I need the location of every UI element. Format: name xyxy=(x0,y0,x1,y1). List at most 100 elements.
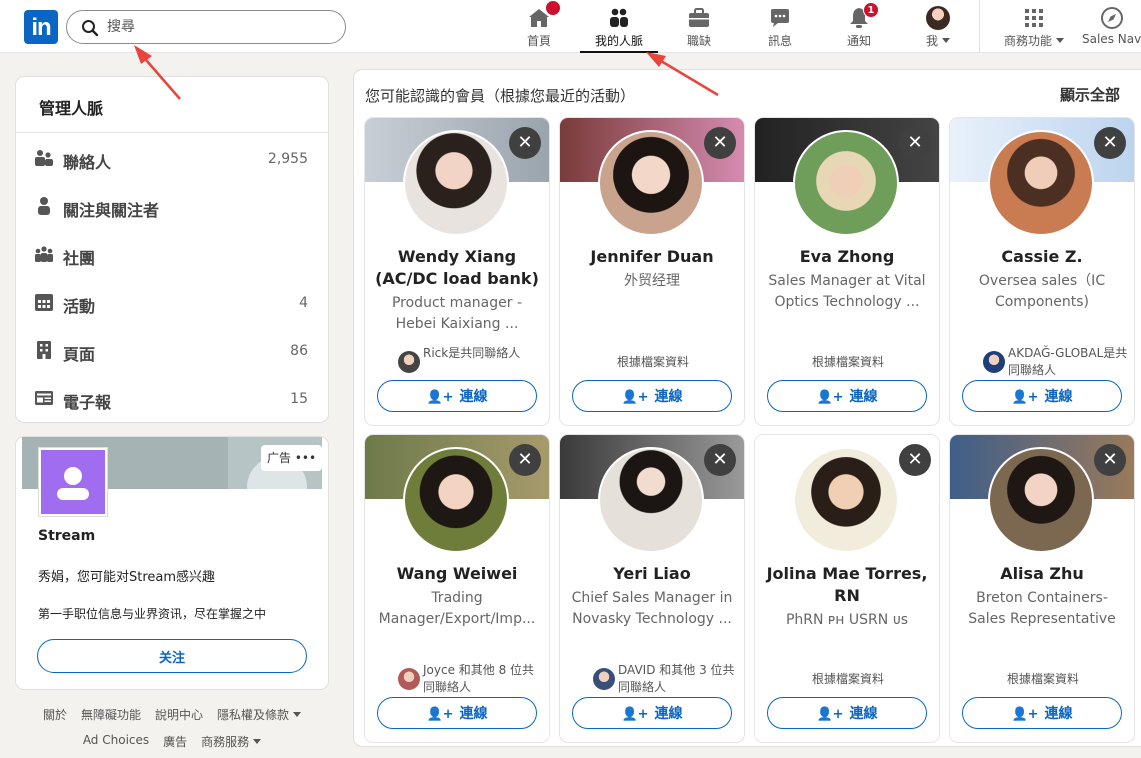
chevron-down-icon xyxy=(253,739,262,744)
person-headline: Breton Containers-Sales Representative xyxy=(968,590,1116,627)
person-card[interactable]: ✕ Yeri Liao Chief Sales Manager in Novas… xyxy=(560,435,744,742)
avatar xyxy=(398,668,420,690)
dismiss-button[interactable]: ✕ xyxy=(704,444,736,476)
footer-link-advertising[interactable]: 廣告 xyxy=(163,733,187,750)
compass-icon xyxy=(1101,7,1123,29)
person-name[interactable]: Jolina Mae Torres, RN xyxy=(763,563,931,607)
search-input[interactable] xyxy=(107,17,327,37)
footer-link-business-services[interactable]: 商務服務 xyxy=(201,733,262,750)
person-name[interactable]: Jennifer Duan xyxy=(568,246,736,268)
linkedin-logo[interactable]: in xyxy=(24,10,58,44)
mutual-connections: DAVID 和其他 3 位共同聯絡人 xyxy=(568,662,738,696)
person-name[interactable]: Eva Zhong xyxy=(763,246,931,268)
nav-my-network-label: 我的人脈 xyxy=(594,34,643,48)
chat-icon xyxy=(771,9,789,27)
show-all-link[interactable]: 顯示全部 xyxy=(1060,84,1120,105)
manage-row-count: 2,955 xyxy=(267,151,308,167)
person-name[interactable]: Alisa Zhu xyxy=(958,563,1126,585)
person-name[interactable]: Wendy Xiang (AC/DC load bank) xyxy=(373,246,541,290)
chevron-down-icon xyxy=(293,712,302,717)
profile-photo[interactable] xyxy=(793,447,899,553)
footer-link-about[interactable]: 關於 xyxy=(43,706,67,723)
profile-photo[interactable] xyxy=(793,130,899,236)
profile-photo[interactable] xyxy=(403,447,509,553)
calendar-icon xyxy=(35,294,53,311)
footer-link-ad-choices[interactable]: Ad Choices xyxy=(83,733,149,750)
grid-icon xyxy=(1025,9,1043,27)
follow-button[interactable]: 关注 xyxy=(37,639,307,673)
connect-button[interactable]: 👤+ 連線 xyxy=(767,380,927,412)
dismiss-button[interactable]: ✕ xyxy=(1094,127,1126,159)
dismiss-button[interactable]: ✕ xyxy=(899,444,931,476)
nav-business[interactable]: 商務功能 xyxy=(995,6,1073,52)
manage-row-label: 社團 xyxy=(63,249,96,268)
profile-photo[interactable] xyxy=(988,130,1094,236)
connect-button[interactable]: 👤+ 連線 xyxy=(572,380,732,412)
dismiss-button[interactable]: ✕ xyxy=(509,444,541,476)
close-icon: ✕ xyxy=(1102,449,1118,470)
person-card[interactable]: ✕ Jennifer Duan 外贸经理 根據檔案資料 👤+ 連線 xyxy=(560,118,744,425)
person-card[interactable]: ✕ Jolina Mae Torres, RN PhRN ᴘʜ USRN ᴜs … xyxy=(755,435,939,742)
search-box[interactable] xyxy=(66,10,346,44)
connect-label: 連線 xyxy=(849,389,878,405)
connect-button[interactable]: 👤+ 連線 xyxy=(767,697,927,729)
person-card[interactable]: ✕ Wang Weiwei Trading Manager/Export/Imp… xyxy=(365,435,549,742)
add-person-icon: 👤+ xyxy=(816,390,844,405)
people-icon xyxy=(610,8,628,27)
avatar xyxy=(593,668,615,690)
person-headline: PhRN ᴘʜ USRN ᴜs xyxy=(785,612,909,628)
nav-me[interactable]: 我 xyxy=(920,6,956,52)
footer-link-accessibility[interactable]: 無障礙功能 xyxy=(81,706,141,723)
dismiss-button[interactable]: ✕ xyxy=(899,127,931,159)
connect-button[interactable]: 👤+ 連線 xyxy=(962,380,1122,412)
manage-row-newsletters[interactable]: 電子報 15 xyxy=(16,379,328,419)
ad-options-menu[interactable]: 广告 ••• xyxy=(261,445,323,471)
manage-row-pages[interactable]: 頁面 86 xyxy=(16,331,328,371)
dismiss-button[interactable]: ✕ xyxy=(1094,444,1126,476)
person-icon xyxy=(38,197,50,215)
person-name[interactable]: Cassie Z. xyxy=(958,246,1126,268)
ad-message: 秀娟，您可能对Stream感兴趣 xyxy=(38,570,216,585)
footer-link-privacy-terms[interactable]: 隱私權及條款 xyxy=(217,706,302,723)
nav-jobs-label: 職缺 xyxy=(686,34,711,48)
search-icon xyxy=(82,20,99,37)
nav-messaging[interactable]: 訊息 xyxy=(759,6,801,52)
manage-row-events[interactable]: 活動 4 xyxy=(16,283,328,323)
nav-jobs[interactable]: 職缺 xyxy=(678,6,720,52)
ad-company-name[interactable]: Stream xyxy=(38,528,95,544)
chevron-down-icon xyxy=(942,38,950,43)
person-headline: Oversea sales（IC Components) xyxy=(978,273,1106,310)
person-card[interactable]: ✕ Cassie Z. Oversea sales（IC Components)… xyxy=(950,118,1134,425)
close-icon: ✕ xyxy=(907,132,923,153)
profile-photo[interactable] xyxy=(598,130,704,236)
group-icon xyxy=(35,246,53,262)
add-person-icon: 👤+ xyxy=(1011,707,1039,722)
connect-button[interactable]: 👤+ 連線 xyxy=(962,697,1122,729)
profile-photo[interactable] xyxy=(403,130,509,236)
nav-home[interactable]: 首頁 xyxy=(520,0,561,52)
person-card[interactable]: ✕ Wendy Xiang (AC/DC load bank) Product … xyxy=(365,118,549,425)
nav-notifications[interactable]: 1 通知 xyxy=(838,2,880,52)
nav-sales-navigator[interactable]: Sales Nav xyxy=(1082,6,1141,52)
profile-photo[interactable] xyxy=(988,447,1094,553)
person-headline: Chief Sales Manager in Novasky Technolog… xyxy=(571,590,733,627)
nav-my-network[interactable]: 我的人脈 xyxy=(580,6,658,53)
nav-me-label: 我 xyxy=(925,34,938,48)
person-name[interactable]: Yeri Liao xyxy=(568,563,736,585)
manage-row-following[interactable]: 關注與關注者 xyxy=(16,187,328,227)
manage-row-count: 15 xyxy=(290,391,308,407)
footer-link-help-center[interactable]: 說明中心 xyxy=(155,706,203,723)
person-card[interactable]: ✕ Alisa Zhu Breton Containers-Sales Repr… xyxy=(950,435,1134,742)
manage-row-groups[interactable]: 社團 xyxy=(16,235,328,275)
connect-button[interactable]: 👤+ 連線 xyxy=(377,380,537,412)
dismiss-button[interactable]: ✕ xyxy=(704,127,736,159)
company-logo[interactable] xyxy=(38,447,108,517)
connect-button[interactable]: 👤+ 連線 xyxy=(377,697,537,729)
manage-row-connections[interactable]: 聯絡人 2,955 xyxy=(16,139,328,179)
dismiss-button[interactable]: ✕ xyxy=(509,127,541,159)
profile-photo[interactable] xyxy=(598,447,704,553)
mutual-text: 根據檔案資料 xyxy=(811,672,884,686)
person-card[interactable]: ✕ Eva Zhong Sales Manager at Vital Optic… xyxy=(755,118,939,425)
connect-button[interactable]: 👤+ 連線 xyxy=(572,697,732,729)
person-name[interactable]: Wang Weiwei xyxy=(373,563,541,585)
